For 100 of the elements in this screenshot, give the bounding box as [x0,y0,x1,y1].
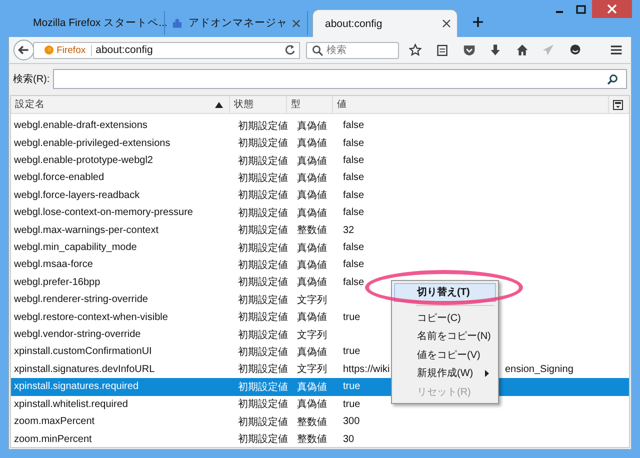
type-cell-text: 真偽値 [296,258,328,272]
status-cell-text: 初期設定値 [237,346,289,359]
column-header[interactable]: 型 [287,96,333,113]
star-icon[interactable] [409,43,422,57]
type-cell-text: 真偽値 [296,188,328,202]
status-cell-text: 初期設定値 [237,294,289,307]
preference-name[interactable]: webgl.enable-privileged-extensions [11,138,235,149]
type-cell-text: 真偽値 [296,206,328,220]
status-cell-text: 初期設定値 [237,206,289,220]
url-field[interactable]: Firefox about:config [32,42,300,58]
maximize-icon[interactable] [576,4,586,14]
status-cell-text: 初期設定値 [237,362,289,376]
column-header[interactable]: 状態 [230,96,287,113]
status-cell-text: 初期設定値 [237,276,289,290]
type-cell-text: 真偽値 [296,276,328,290]
close-icon[interactable] [292,18,301,28]
type-cell-text: 整数値 [296,224,328,238]
menu-item[interactable]: コピー(C) [394,308,496,327]
preference-name[interactable]: zoom.maxPercent [11,416,235,428]
preference-name[interactable]: webgl.min_capability_mode [11,242,235,254]
status-cell-text: 初期設定値 [237,258,289,272]
value-cell: false [343,190,364,201]
value-cell: false [343,259,364,270]
new-tab-icon[interactable] [472,16,484,28]
value-cell: 30 [343,434,354,445]
firefox-icon [44,45,54,55]
preference-name[interactable]: webgl.prefer-16bpp [11,276,235,288]
preference-name[interactable]: xpinstall.signatures.required [11,381,235,392]
value-cell: true [343,398,360,410]
status-cell-text: 初期設定値 [237,310,289,324]
close-icon[interactable] [442,19,451,28]
menu-icon[interactable] [610,43,624,57]
menu-item[interactable]: 名前をコピー(N) [394,327,496,346]
status-cell-text: 初期設定値 [237,154,289,168]
column-picker-icon[interactable] [613,100,623,110]
filter-field[interactable] [52,69,627,89]
search-icon [312,44,323,56]
site-identity[interactable]: Firefox [44,44,92,56]
value-cell: false [343,242,364,254]
value-cell: false [343,172,364,184]
value-cell: false [343,155,364,166]
value-cell: false [343,120,364,132]
preference-name[interactable]: xpinstall.signatures.devInfoURL [11,364,235,375]
value-cell: false [343,276,364,288]
preference-name[interactable]: xpinstall.customConfirmationUI [11,346,235,358]
type-cell-text: 真偽値 [296,172,328,185]
value-cell: ension_Signing [505,364,574,375]
status-cell-text: 初期設定値 [237,398,289,412]
preference-name[interactable]: xpinstall.whitelist.required [11,398,235,410]
menu-item[interactable]: 切り替え(T) [394,283,496,302]
clipboard-icon[interactable] [436,43,449,57]
search-field[interactable]: 検索 [306,42,400,58]
pocket-icon[interactable] [462,43,476,57]
type-cell-text: 整数値 [296,416,328,429]
browser-tab[interactable]: アドオンマネージャ [165,11,308,35]
status-cell-text: 初期設定値 [237,432,289,446]
status-cell-text: 初期設定値 [237,380,289,394]
status-cell-text: 初期設定値 [237,136,289,150]
browser-tab[interactable]: about:config [312,9,458,37]
column-header[interactable]: 設定名 [11,96,230,113]
type-cell-text: 真偽値 [296,242,328,255]
preference-name[interactable]: webgl.vendor-string-override [11,329,235,340]
preference-name[interactable]: webgl.force-layers-readback [11,190,235,201]
preference-name[interactable]: webgl.restore-context-when-visible [11,312,235,323]
type-cell-text: 真偽値 [296,346,328,359]
value-cell: 32 [343,224,354,236]
sort-ascending-icon [215,102,223,108]
preference-name[interactable]: webgl.msaa-force [11,259,235,270]
status-cell-text: 初期設定値 [237,224,289,238]
preference-name[interactable]: webgl.force-enabled [11,172,235,184]
download-icon[interactable] [489,43,502,57]
type-cell-text: 真偽値 [296,120,328,133]
type-cell-text: 文字列 [296,294,328,307]
submenu-arrow-icon [485,370,489,377]
back-button[interactable] [13,38,35,62]
preference-name[interactable]: webgl.enable-draft-extensions [11,120,235,132]
preference-name[interactable]: webgl.renderer-string-override [11,294,235,306]
home-icon[interactable] [516,43,528,57]
status-cell-text: 初期設定値 [237,328,289,342]
column-header[interactable]: 値 [333,96,609,113]
value-cell: true [343,381,360,392]
type-cell-text: 真偽値 [296,398,328,412]
value-cell: 300 [343,416,360,428]
menu-item[interactable]: 値をコピー(V) [394,346,496,364]
type-cell-text: 真偽値 [296,136,328,150]
preference-name[interactable]: zoom.minPercent [11,434,235,445]
status-cell-text: 初期設定値 [237,416,289,429]
type-cell-text: 真偽値 [296,380,328,394]
preference-name[interactable]: webgl.lose-context-on-memory-pressure [11,207,235,218]
preference-name[interactable]: webgl.max-warnings-per-context [11,224,235,236]
status-cell-text: 初期設定値 [237,172,289,185]
status-cell-text: 初期設定値 [237,188,289,202]
preference-name[interactable]: webgl.enable-prototype-webgl2 [11,155,235,166]
value-cell: true [343,346,360,358]
search-icon [607,74,618,84]
value-cell: https://wiki [343,364,390,375]
value-cell: true [343,312,360,323]
type-cell-text: 文字列 [296,328,328,342]
chat-icon[interactable] [568,43,582,57]
value-cell: false [343,138,364,149]
